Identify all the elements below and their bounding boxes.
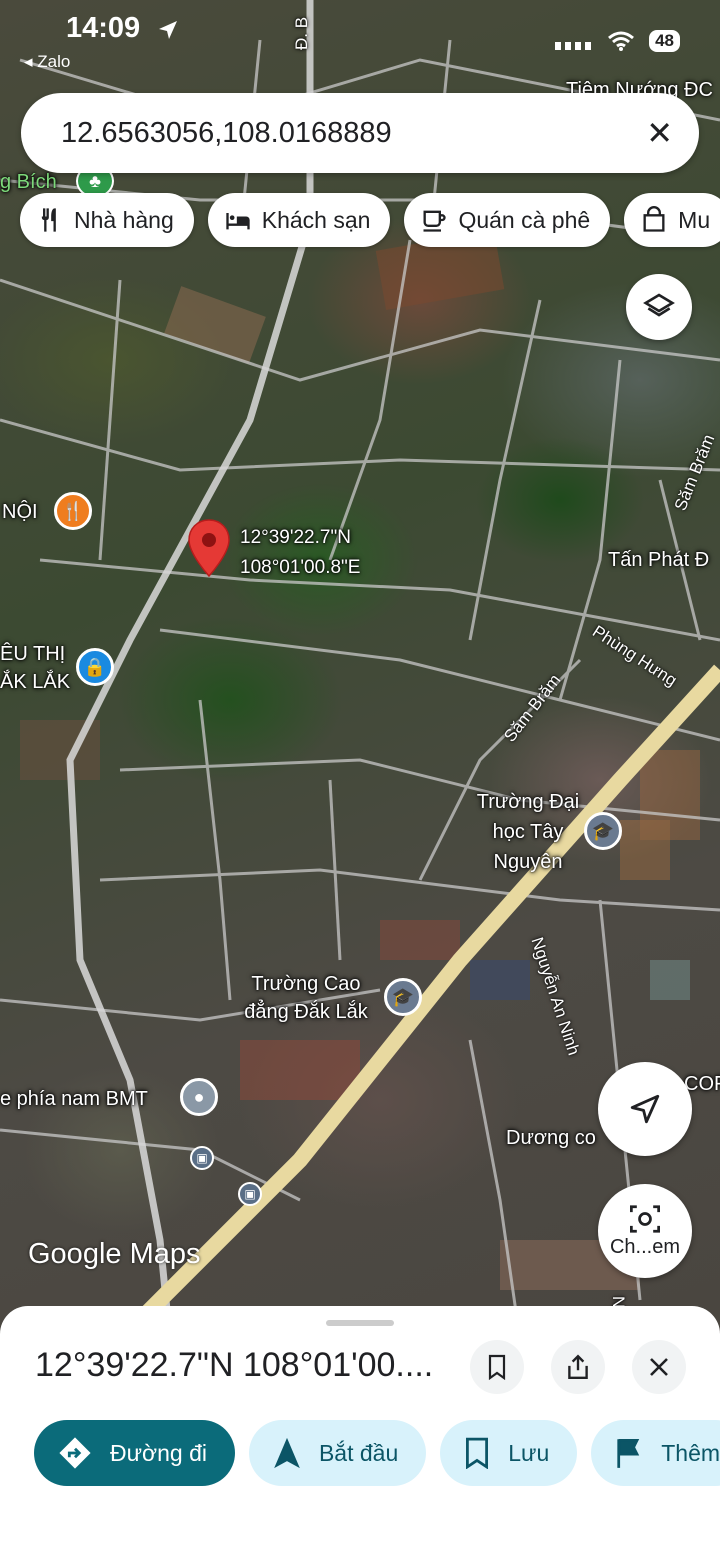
chip-label: Quán cà phê: [458, 206, 591, 233]
map-label-truong-cao-dang-2[interactable]: đẳng Đắk Lắk: [226, 1000, 386, 1024]
battery-indicator: 48: [649, 30, 680, 52]
shopping-poi-icon[interactable]: 🔒: [76, 648, 114, 686]
action-label: Lưu: [508, 1439, 550, 1466]
pin-longitude-label: 108°01'00.8"E: [240, 557, 361, 578]
school-poi-icon[interactable]: 🎓: [584, 812, 622, 850]
save-button[interactable]: [470, 1340, 524, 1394]
bus-stop-icon[interactable]: ▣: [190, 1146, 214, 1170]
chip-label: Nhà hàng: [74, 206, 174, 233]
location-arrow-icon: [159, 21, 177, 39]
back-to-app-link[interactable]: ◂ Zalo: [24, 52, 70, 72]
chip-hotels[interactable]: Khách sạn: [207, 193, 391, 247]
restaurant-poi-icon[interactable]: 🍴: [54, 492, 92, 530]
street-label-d-b: Đ. B: [292, 16, 311, 50]
map-label-cof[interactable]: COF: [684, 1072, 720, 1096]
place-bottom-sheet[interactable]: 12°39'22.7"N 108°01'00.... Đường đi Bắt …: [0, 1306, 720, 1558]
wifi-icon: [608, 31, 635, 51]
chip-label: Khách sạn: [261, 206, 371, 233]
chip-restaurants[interactable]: Nhà hàng: [20, 193, 194, 247]
status-time: 14:09: [66, 12, 141, 44]
map-label-truong-cao-dang-1[interactable]: Trường Cao: [226, 972, 386, 996]
lens-label: Ch...em: [609, 1235, 681, 1258]
share-button[interactable]: [551, 1340, 605, 1394]
start-button[interactable]: Bắt đầu: [248, 1420, 427, 1486]
coffee-icon: [423, 210, 447, 232]
search-input[interactable]: 12.6563056,108.0168889: [61, 117, 646, 150]
sheet-drag-handle[interactable]: [326, 1320, 394, 1326]
status-indicators: 48: [555, 30, 680, 52]
place-title: 12°39'22.7"N 108°01'00....: [35, 1346, 434, 1384]
pin-latitude-label: 12°39'22.7"N: [240, 527, 351, 548]
google-maps-logo: Google Maps: [28, 1238, 201, 1270]
navigation-arrow-icon: [630, 1094, 660, 1124]
close-icon: [650, 1358, 668, 1376]
hotel-icon: [226, 213, 250, 230]
location-poi-icon[interactable]: ●: [180, 1078, 218, 1116]
bookmark-icon: [466, 1437, 489, 1469]
map-label-truong-dai-hoc-3[interactable]: Nguyên: [448, 850, 608, 874]
chip-shopping[interactable]: Mu: [624, 193, 720, 247]
flag-icon: [617, 1439, 640, 1468]
signal-icon: [555, 42, 592, 50]
action-buttons: Đường đi Bắt đầu Lưu Thêm: [34, 1420, 720, 1486]
share-icon: [568, 1354, 588, 1379]
navigation-arrow-icon: [274, 1437, 300, 1469]
lens-search-button[interactable]: Ch...em: [598, 1184, 692, 1278]
close-sheet-button[interactable]: [632, 1340, 686, 1394]
camera-search-icon: [630, 1204, 660, 1233]
layers-button[interactable]: [626, 274, 692, 340]
action-label: Đường đi: [110, 1439, 207, 1466]
chip-cafes[interactable]: Quán cà phê: [404, 193, 611, 247]
map-label-sieu-thi-2[interactable]: ẮK LẮK: [0, 670, 70, 694]
action-label: Bắt đầu: [318, 1439, 399, 1466]
map-label-truong-dai-hoc-1[interactable]: Trường Đại: [448, 790, 608, 814]
directions-button[interactable]: Đường đi: [34, 1420, 235, 1486]
search-bar[interactable]: 12.6563056,108.0168889 ✕: [21, 93, 699, 173]
bus-stop-icon-2[interactable]: ▣: [238, 1182, 262, 1206]
map-label-phia-nam[interactable]: e phía nam BMT: [0, 1087, 148, 1111]
bookmark-icon: [488, 1354, 506, 1380]
chip-label: Mu: [678, 206, 711, 233]
action-label: Thêm: [661, 1439, 720, 1466]
map-label-sieu-thi-1[interactable]: ÊU THỊ: [0, 642, 65, 666]
my-location-button[interactable]: [598, 1062, 692, 1156]
map-label-bich[interactable]: g Bích: [0, 170, 57, 194]
dropped-pin-icon[interactable]: [186, 518, 232, 580]
directions-icon: [59, 1437, 91, 1469]
close-icon[interactable]: ✕: [646, 114, 673, 152]
college-poi-icon[interactable]: 🎓: [384, 978, 422, 1016]
more-button[interactable]: Thêm: [591, 1420, 720, 1486]
restaurant-icon: [41, 208, 56, 232]
map-label-tan-phat[interactable]: Tấn Phát Đ: [608, 548, 709, 572]
map-label-duong-co[interactable]: Dương co: [506, 1126, 596, 1150]
map-label-noi[interactable]: NỘI: [2, 500, 38, 524]
save-place-button[interactable]: Lưu: [440, 1420, 578, 1486]
layers-icon: [643, 293, 675, 317]
category-chips: Nhà hàng Khách sạn Quán cà phê Mu: [20, 193, 720, 247]
shopping-bag-icon: [643, 206, 665, 232]
